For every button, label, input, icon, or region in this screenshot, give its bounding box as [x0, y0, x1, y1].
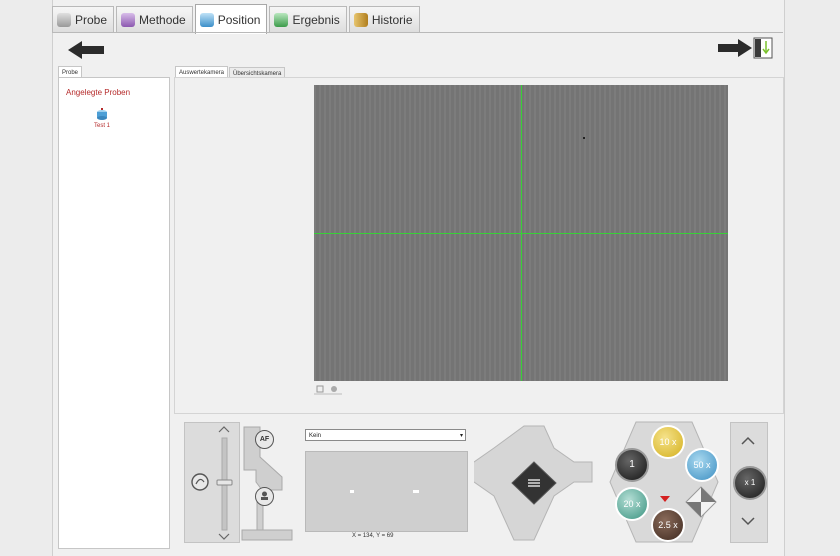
objective-10x[interactable]: 10 x	[651, 425, 685, 459]
record-icon[interactable]	[331, 386, 337, 392]
position-marker	[350, 490, 354, 493]
chevron-down-icon: ▾	[459, 433, 463, 439]
tab-divider	[52, 32, 783, 33]
probe-icon	[57, 12, 71, 27]
focus-stack-icon	[261, 491, 268, 500]
camera-view[interactable]	[314, 85, 728, 381]
tab-position[interactable]: Position	[194, 4, 268, 34]
tab-label: Historie	[371, 12, 413, 27]
tree-item[interactable]: Test 1	[94, 123, 110, 129]
main-tabbar: Probe Methode Position Ergebnis Historie	[52, 4, 422, 34]
back-arrow-icon[interactable]	[68, 40, 106, 60]
image-particle	[583, 137, 585, 139]
sample-icon[interactable]	[96, 108, 108, 121]
z-slider-thumb	[216, 479, 233, 486]
zoom-button[interactable]: x 1	[733, 466, 767, 500]
tab-methode[interactable]: Methode	[116, 6, 193, 32]
tab-label: Probe	[75, 12, 108, 27]
tab-probe[interactable]: Probe	[52, 6, 115, 32]
objective-1[interactable]: 1	[615, 448, 649, 482]
stage-dpad[interactable]	[474, 424, 596, 542]
tree-title: Angelegte Proben	[66, 88, 131, 97]
z-down-icon	[218, 533, 230, 540]
tab-ergebnis[interactable]: Ergebnis	[269, 6, 347, 32]
coordinate-readout: X = 134, Y = 69	[352, 533, 394, 539]
export-arrow-icon[interactable]	[718, 36, 776, 60]
scroll-up-icon[interactable]	[741, 436, 755, 446]
fast-focus-icon	[191, 473, 209, 491]
active-objective-indicator-icon	[660, 496, 670, 502]
methode-icon	[121, 12, 136, 27]
position-marker	[413, 490, 419, 493]
crosshair-vertical	[521, 85, 522, 381]
objective-2-5x[interactable]: 2.5 x	[651, 508, 685, 542]
mode-select[interactable]: Kein ▾	[305, 429, 466, 441]
tab-label: Position	[217, 12, 261, 27]
position-preview[interactable]	[305, 451, 468, 532]
focus-stack-button[interactable]	[255, 487, 274, 506]
grid-icon[interactable]	[316, 385, 324, 393]
tab-label: Ergebnis	[292, 12, 340, 27]
mode-select-value: Kein	[309, 433, 322, 439]
objective-20x[interactable]: 20 x	[615, 487, 649, 521]
objective-50x[interactable]: 50 x	[685, 448, 719, 482]
sample-tree-panel: Angelegte Proben Test 1	[58, 77, 170, 549]
historie-icon	[353, 12, 368, 27]
camera-toolbar	[314, 385, 342, 395]
focus-control	[191, 426, 293, 541]
ergebnis-icon	[274, 12, 289, 27]
tab-historie[interactable]: Historie	[348, 6, 420, 32]
scroll-down-icon[interactable]	[741, 516, 755, 526]
contrast-icon[interactable]	[685, 486, 717, 518]
autofocus-button[interactable]: AF	[255, 430, 274, 449]
position-icon	[199, 12, 214, 27]
z-up-icon	[218, 426, 230, 433]
tab-label: Methode	[139, 12, 186, 27]
